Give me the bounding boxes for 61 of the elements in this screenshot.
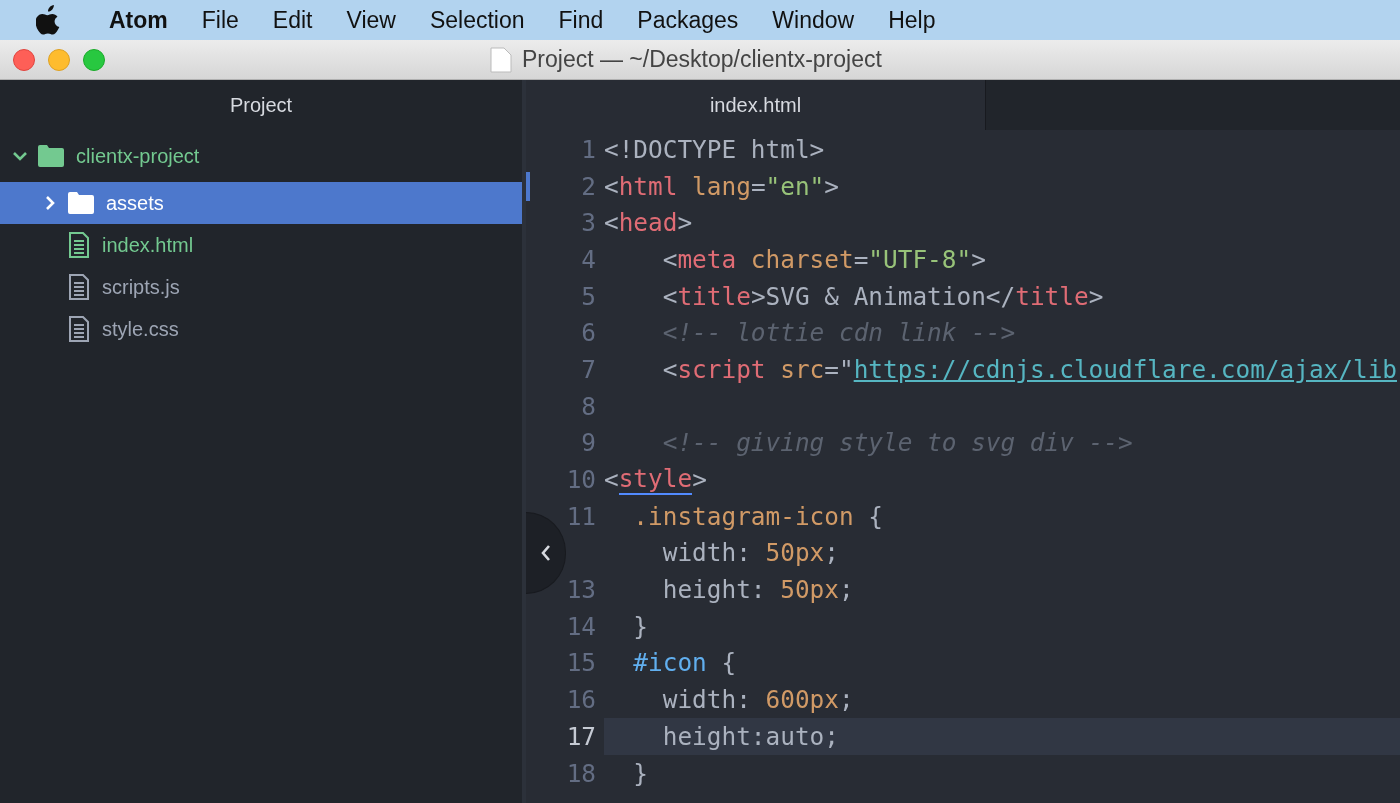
code-line: <head> [604, 207, 694, 240]
code-line: <title>SVG & Animation</title> [661, 280, 1105, 313]
line-number: 6 [580, 318, 597, 348]
code-line: <style> [604, 463, 708, 498]
code-line: <html lang="en"> [604, 170, 840, 203]
app-name-menu[interactable]: Atom [92, 0, 185, 40]
menu-item[interactable]: Window [755, 0, 872, 40]
code-line: } [632, 610, 650, 643]
line-number: 8 [580, 391, 597, 421]
editor-tab[interactable]: index.html [526, 80, 986, 130]
file-name: assets [106, 191, 164, 215]
line-number: 1 [580, 134, 597, 164]
apple-logo-icon[interactable] [36, 5, 62, 35]
file-name: index.html [102, 233, 194, 257]
file-row[interactable]: index.html [0, 224, 522, 266]
code-line: <!-- lottie cdn link --> [661, 317, 1017, 350]
menu-item[interactable]: Edit [255, 0, 330, 40]
line-number: 17 [565, 721, 597, 751]
folder-row[interactable]: assets [0, 182, 522, 224]
close-button[interactable] [13, 48, 35, 71]
line-number: 11 [565, 501, 597, 531]
line-number: 3 [580, 208, 597, 238]
file-name: scripts.js [102, 275, 180, 299]
code-line: <script src="https://cdnjs.cloudflare.com/ajax/lib [661, 353, 1398, 386]
code-line: } [632, 757, 650, 790]
line-number: 9 [580, 428, 597, 458]
line-number: 18 [565, 758, 597, 788]
code-line: <meta charset="UTF-8"> [661, 243, 987, 276]
menu-item[interactable]: View [329, 0, 413, 40]
panel-title: Project [229, 93, 293, 117]
menu-item[interactable]: Find [541, 0, 621, 40]
menu-item[interactable]: Help [871, 0, 953, 40]
line-number: 5 [580, 281, 597, 311]
code-line: width: 50px; [661, 537, 840, 570]
code-line: #icon { [632, 647, 738, 680]
line-number: 14 [565, 611, 597, 641]
line-number: 10 [565, 465, 597, 495]
document-icon [490, 46, 512, 73]
folder-row[interactable]: clientx-project [0, 130, 522, 182]
line-number: 7 [580, 354, 597, 384]
file-name: clientx-project [76, 144, 200, 168]
line-number: 4 [580, 244, 597, 274]
zoom-button[interactable] [83, 48, 105, 71]
file-name: style.css [102, 317, 179, 341]
file-row[interactable]: scripts.js [0, 266, 522, 308]
line-number: 15 [565, 648, 597, 678]
file-row[interactable]: style.css [0, 308, 522, 350]
window-title: Project — ~/Desktop/clientx-project [522, 46, 882, 73]
menu-item[interactable]: Selection [412, 0, 542, 40]
menu-item[interactable]: Packages [620, 0, 756, 40]
line-number: 16 [565, 685, 597, 715]
line-number: 13 [565, 575, 597, 605]
code-line: <!-- giving style to svg div --> [661, 427, 1134, 460]
code-line: .instagram-icon { [632, 500, 884, 533]
chevron-left-icon [539, 543, 552, 562]
code-line: width: 600px; [661, 684, 855, 717]
menu-item[interactable]: File [184, 0, 256, 40]
minimize-button[interactable] [48, 48, 70, 71]
code-line: height: 50px; [661, 574, 855, 607]
line-number: 2 [580, 171, 597, 201]
code-line: <!DOCTYPE html> [604, 133, 826, 166]
